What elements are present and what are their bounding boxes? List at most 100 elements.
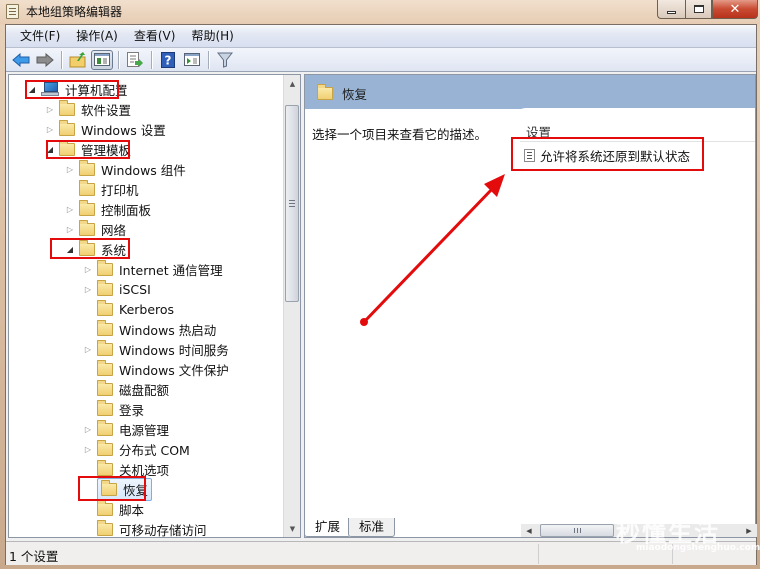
tree-item-label: Windows 组件 xyxy=(101,162,186,178)
window-title: 本地组策略编辑器 xyxy=(26,5,123,19)
folder-icon xyxy=(317,84,333,100)
tree-item[interactable]: 登录 xyxy=(83,399,144,419)
tree-item[interactable]: ▷ 分布式 COM xyxy=(83,439,190,459)
menu-action[interactable]: 操作(A) xyxy=(68,25,126,48)
tree-item-label: 磁盘配额 xyxy=(119,382,170,398)
column-header-setting[interactable]: 设置 xyxy=(526,122,551,141)
tree-item-label: 可移动存储访问 xyxy=(119,522,207,538)
expanded-arrow-icon[interactable]: ◢ xyxy=(27,84,37,94)
scroll-up-arrow[interactable]: ▲ xyxy=(284,75,301,92)
tree-item[interactable]: ▷ Windows 设置 xyxy=(45,119,166,139)
tree-item[interactable]: 关机选项 xyxy=(83,459,169,479)
help-button[interactable]: ? xyxy=(157,50,179,70)
folder-icon xyxy=(97,259,113,276)
tree-item[interactable]: 脚本 xyxy=(83,499,144,519)
status-text: 1 个设置 xyxy=(9,549,59,564)
tree-item-label: Kerberos xyxy=(119,301,175,317)
tree-item[interactable]: Windows 热启动 xyxy=(83,319,216,339)
up-one-level-button[interactable] xyxy=(67,50,89,70)
settings-list: 设置 允许将系统还原到默认状态 xyxy=(514,108,755,503)
collapsed-arrow-icon[interactable]: ▷ xyxy=(45,124,55,134)
folder-icon xyxy=(97,319,113,336)
maximize-button[interactable] xyxy=(685,0,712,19)
tree-item[interactable]: Kerberos xyxy=(83,299,174,319)
tree-item[interactable]: 打印机 xyxy=(65,179,139,199)
folder-icon xyxy=(79,179,95,196)
tree-item[interactable]: ▷ 网络 xyxy=(65,219,126,239)
folder-icon xyxy=(97,299,113,316)
details-header: 恢复 xyxy=(305,75,755,109)
tab-extended[interactable]: 扩展 xyxy=(304,518,352,537)
folder-icon xyxy=(59,99,75,116)
tree-item-content: 脚本 xyxy=(97,499,145,519)
scroll-thumb[interactable] xyxy=(285,105,299,302)
folder-icon xyxy=(97,459,113,476)
tree-vertical-scrollbar[interactable]: ▲ ▼ xyxy=(283,75,300,537)
tree-item-label: Windows 时间服务 xyxy=(119,342,229,358)
collapsed-arrow-icon[interactable]: ▷ xyxy=(83,424,93,434)
setting-item[interactable]: 允许将系统还原到默认状态 xyxy=(524,146,690,165)
tree-item[interactable]: 可移动存储访问 xyxy=(83,519,207,537)
menu-help[interactable]: 帮助(H) xyxy=(183,25,241,48)
expanded-arrow-icon[interactable]: ◢ xyxy=(45,144,55,154)
svg-text:?: ? xyxy=(165,53,172,67)
collapsed-arrow-icon[interactable]: ▷ xyxy=(83,444,93,454)
tree-item[interactable]: ▷ 电源管理 xyxy=(83,419,169,439)
tree-item-content: Windows 热启动 xyxy=(97,319,216,339)
tree-item-content: Windows 设置 xyxy=(59,119,166,139)
menu-view[interactable]: 查看(V) xyxy=(126,25,184,48)
tree-item[interactable]: ▷ Windows 时间服务 xyxy=(83,339,229,359)
collapsed-arrow-icon[interactable]: ▷ xyxy=(83,344,93,354)
back-button[interactable] xyxy=(10,50,32,70)
collapsed-arrow-icon[interactable]: ▷ xyxy=(83,284,93,294)
export-list-button[interactable] xyxy=(124,50,146,70)
collapsed-arrow-icon[interactable]: ▷ xyxy=(65,224,75,234)
toolbar-separator xyxy=(151,50,152,69)
tree-item-content: 计算机配置 xyxy=(41,80,128,99)
folder-icon xyxy=(97,399,113,416)
tree-item[interactable]: ▷ Windows 组件 xyxy=(65,159,186,179)
close-button[interactable]: ✕ xyxy=(712,0,758,19)
show-hide-console-tree-button[interactable] xyxy=(91,49,113,70)
tree-item-label: 脚本 xyxy=(119,502,145,518)
collapsed-arrow-icon[interactable]: ▷ xyxy=(65,204,75,214)
tree-item-label: 登录 xyxy=(119,402,145,418)
back-icon xyxy=(12,52,30,67)
tree-item[interactable]: ◢ 管理模板 xyxy=(45,139,131,159)
tree-item-label: 打印机 xyxy=(101,182,139,198)
scroll-down-arrow[interactable]: ▼ xyxy=(284,520,301,537)
tree-item-content: 系统 xyxy=(79,239,126,259)
forward-button[interactable] xyxy=(34,50,56,70)
tree-item[interactable]: 磁盘配额 xyxy=(83,379,169,399)
minimize-button[interactable] xyxy=(657,0,685,19)
title-bar: 本地组策略编辑器 ✕ xyxy=(0,0,760,24)
tree-item[interactable]: ◢ 计算机配置 xyxy=(27,79,128,99)
up-folder-icon xyxy=(69,51,86,67)
collapsed-arrow-icon[interactable]: ▷ xyxy=(65,164,75,174)
scroll-left-arrow[interactable]: ◀ xyxy=(523,524,535,537)
tree-item-label: 关机选项 xyxy=(119,462,170,478)
folder-icon xyxy=(97,519,113,536)
horizontal-scroll-thumb[interactable] xyxy=(540,524,614,537)
tree-item[interactable]: ▷ iSCSI xyxy=(83,279,151,299)
collapsed-arrow-icon[interactable]: ▷ xyxy=(83,264,93,274)
expanded-arrow-icon[interactable]: ◢ xyxy=(65,244,75,254)
menu-file[interactable]: 文件(F) xyxy=(12,25,68,48)
collapsed-arrow-icon[interactable]: ▷ xyxy=(45,104,55,114)
folder-icon xyxy=(79,199,95,216)
tab-standard[interactable]: 标准 xyxy=(348,518,396,537)
tree-item[interactable]: ▷ Internet 通信管理 xyxy=(83,259,223,279)
tree-item-content: iSCSI xyxy=(97,279,151,297)
minimize-icon xyxy=(667,10,676,14)
tree-item[interactable]: ▷ 控制面板 xyxy=(65,199,151,219)
tree-item[interactable]: Windows 文件保护 xyxy=(83,359,229,379)
folder-icon xyxy=(59,119,75,136)
tree-item[interactable]: 恢复 xyxy=(83,477,153,501)
show-action-pane-button[interactable] xyxy=(181,50,203,70)
tree-item[interactable]: ◢ 系统 xyxy=(65,239,126,259)
scroll-right-arrow[interactable]: ▶ xyxy=(743,524,755,537)
tree-item[interactable]: ▷ 软件设置 xyxy=(45,99,131,119)
filter-button[interactable] xyxy=(214,50,236,70)
